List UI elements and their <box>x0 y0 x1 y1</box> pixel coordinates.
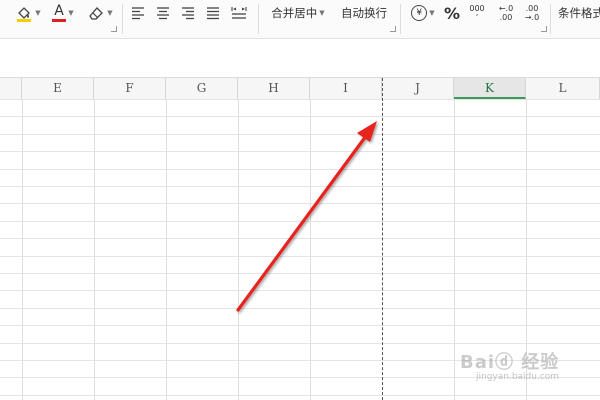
red-arrow-annotation <box>236 121 377 312</box>
watermark-url: jingyan.baidu.com <box>476 372 560 382</box>
watermark-logo: Baiⓓ 经验 <box>460 352 560 373</box>
arrow-head-icon <box>357 121 377 142</box>
arrow-shaft <box>236 134 368 312</box>
